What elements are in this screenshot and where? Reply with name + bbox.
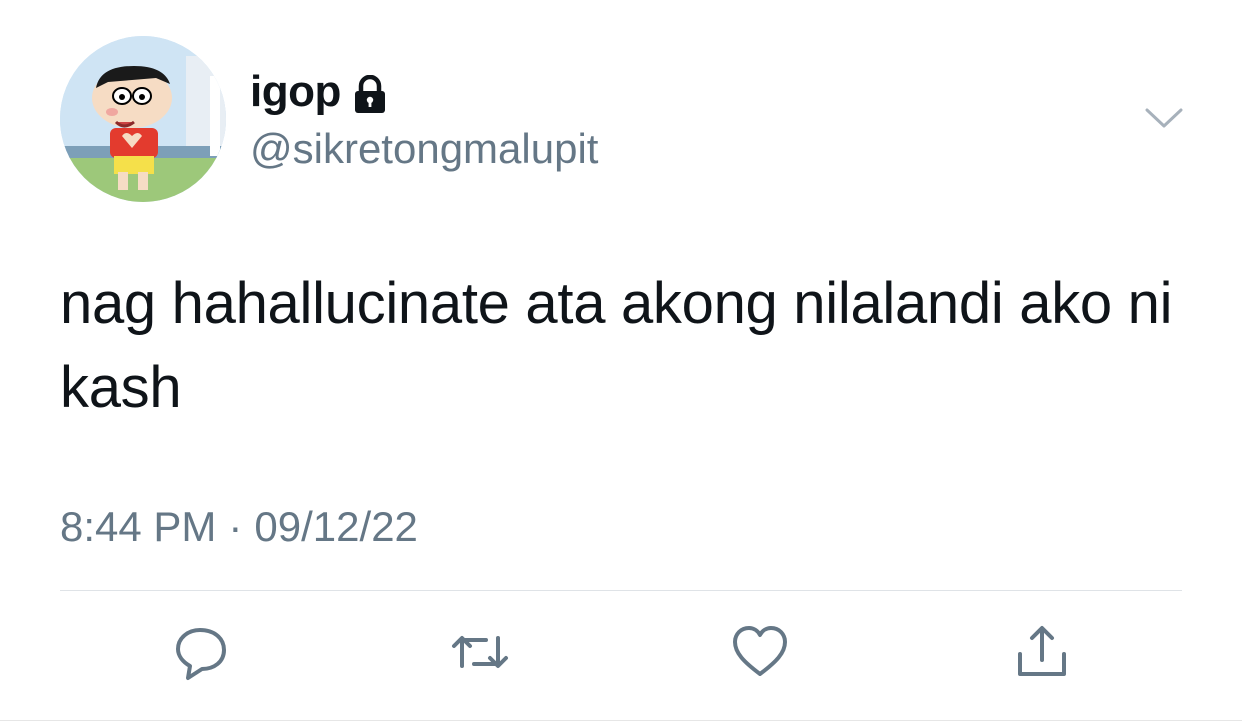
like-button[interactable] — [730, 622, 790, 682]
avatar[interactable] — [60, 36, 226, 202]
retweet-button[interactable] — [450, 622, 510, 682]
heart-icon — [733, 626, 787, 676]
user-handle[interactable]: @sikretongmalupit — [250, 124, 598, 174]
lock-icon — [353, 74, 387, 115]
tweet-text: nag hahallucinate ata akong nilalandi ak… — [60, 271, 1173, 420]
tweet-card: igop @sikretongmalupit nag hahallucinate… — [0, 0, 1242, 723]
chevron-down-icon[interactable] — [1144, 104, 1184, 132]
tweet-meta: 8:44 PM · 09/12/22 — [60, 502, 418, 552]
bottom-divider — [0, 720, 1242, 721]
reply-button[interactable] — [172, 622, 232, 682]
name-row: igop — [250, 66, 387, 118]
reply-icon — [176, 628, 226, 680]
tweet-time[interactable]: 8:44 PM — [60, 502, 216, 552]
share-icon — [1018, 626, 1066, 676]
divider — [60, 590, 1182, 591]
meta-separator: · — [228, 503, 243, 550]
retweet-icon — [452, 636, 508, 668]
action-bar — [0, 622, 1242, 686]
cartoon-boy-avatar — [60, 36, 226, 202]
tweet-date[interactable]: 09/12/22 — [254, 502, 418, 552]
share-button[interactable] — [1012, 622, 1072, 682]
display-name[interactable]: igop — [250, 66, 341, 118]
